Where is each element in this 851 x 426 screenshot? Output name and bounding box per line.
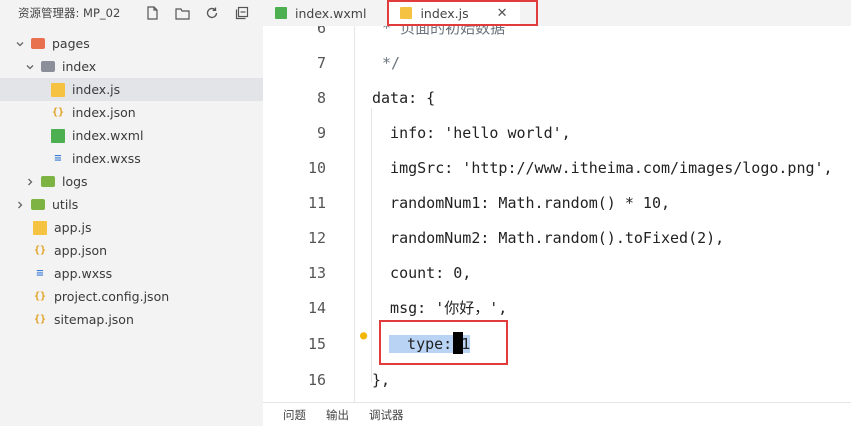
tree-item-label: index.js [72,82,121,97]
line-number: 14 [307,298,326,317]
line-text: }, [372,370,391,389]
chevron-down-icon [14,38,26,50]
editor-tabs: index.wxml index.js ✕ [263,0,851,26]
tree-item-label: index [62,59,97,74]
tree-item-project-config[interactable]: {} project.config.json [0,285,263,308]
tree-item-label: app.js [54,220,92,235]
tree-item-index-js[interactable]: index.js [0,78,263,101]
line-number: 9 [316,123,326,142]
line-number: 7 [316,53,326,72]
highlight-box-tab [387,0,538,26]
code-line: 12 randomNum2: Math.random().toFixed(2), [263,220,851,255]
tree-item-label: sitemap.json [54,312,134,327]
line-text: info: 'hello world', [372,123,571,142]
tree-item-label: index.wxss [72,151,141,166]
code-line: 13 count: 0, [263,255,851,290]
collapse-all-icon[interactable] [234,5,250,21]
line-text: data: { [372,88,436,107]
code-line: 14 msg: '你好，', [263,290,851,325]
file-tree: pages index index.js {} index.json index… [0,32,263,331]
code-line: 9 info: 'hello world', [263,115,851,150]
line-number: 16 [307,370,326,389]
line-text: * 页面的初始数据 [373,26,506,37]
tab-label: index.wxml [295,5,367,21]
chevron-down-icon [24,61,36,73]
tree-item-label: utils [52,197,79,212]
line-text: */ [373,53,401,72]
tree-item-app-js[interactable]: app.js [0,216,263,239]
wxml-file-icon [51,128,65,143]
chevron-right-icon [24,176,36,188]
tree-item-label: index.json [72,105,136,120]
bottom-panel-tabs: 问题 输出 调试器 [263,402,851,426]
line-text: count: 0, [372,263,472,282]
line-number: 8 [316,88,326,107]
code-line: 11 randomNum1: Math.random() * 10, [263,185,851,220]
tree-item-app-wxss[interactable]: ≡ app.wxss [0,262,263,285]
explorer-header: 资源管理器: MP_02 [0,0,263,26]
wxss-file-icon: ≡ [53,153,63,164]
line-number: 15 [307,334,326,353]
explorer-title: 资源管理器: MP_02 [18,6,121,20]
tree-item-sitemap[interactable]: {} sitemap.json [0,308,263,331]
tree-item-label: app.wxss [54,266,113,281]
tree-item-index-folder[interactable]: index [0,55,263,78]
tab-index-wxml[interactable]: index.wxml [263,0,378,26]
line-text: imgSrc: 'http://www.itheima.com/images/l… [372,158,833,177]
tree-item-utils[interactable]: utils [0,193,263,216]
json-file-icon: {} [33,314,47,325]
code-line: 7 */ [263,45,851,80]
tree-item-label: logs [62,174,88,189]
line-number: 6 [316,26,326,37]
json-file-icon: {} [51,107,65,118]
tree-item-label: index.wxml [72,128,144,143]
line-number: 13 [307,263,326,282]
folder-open-icon [31,37,45,51]
tree-item-pages[interactable]: pages [0,32,263,55]
code-line: 16 }, [263,362,851,397]
tree-item-logs[interactable]: logs [0,170,263,193]
line-number: 10 [307,158,326,177]
chevron-right-icon [14,199,26,211]
code-line-active: 15 ● type: 1 [263,326,851,361]
folder-icon [41,175,55,189]
folder-open-icon [41,60,55,74]
tree-item-index-wxml[interactable]: index.wxml [0,124,263,147]
code-line: 10 imgSrc: 'http://www.itheima.com/image… [263,150,851,185]
json-file-icon: {} [33,291,47,302]
new-folder-icon[interactable] [174,5,190,21]
tab-output[interactable]: 输出 [326,407,349,423]
lightbulb-icon[interactable]: ● [360,328,367,342]
line-number: 12 [307,228,326,247]
refresh-icon[interactable] [204,5,220,21]
line-text: randomNum1: Math.random() * 10, [372,193,671,212]
json-file-icon: {} [33,245,47,256]
tree-item-label: project.config.json [54,289,170,304]
line-text: msg: '你好，', [372,299,508,317]
wxss-file-icon: ≡ [35,268,45,279]
wxml-file-icon [275,7,287,19]
code-line: 8 data: { [263,80,851,115]
javascript-file-icon [51,82,65,97]
tree-item-app-json[interactable]: {} app.json [0,239,263,262]
line-number: 11 [307,193,326,212]
line-text: randomNum2: Math.random().toFixed(2), [372,228,725,247]
explorer-sidebar: 资源管理器: MP_02 pages index index.js {} ind… [0,0,263,426]
tree-item-index-wxss[interactable]: ≡ index.wxss [0,147,263,170]
highlight-box-code [379,320,508,365]
code-line: 6 * 页面的初始数据 [263,26,851,45]
javascript-file-icon [33,220,47,235]
tab-problems[interactable]: 问题 [283,407,306,423]
tab-debugger[interactable]: 调试器 [369,407,404,423]
tree-item-label: pages [52,36,90,51]
tree-item-index-json[interactable]: {} index.json [0,101,263,124]
new-file-icon[interactable] [144,5,160,21]
folder-icon [31,198,45,212]
tree-item-label: app.json [54,243,108,258]
code-editor[interactable]: 6 * 页面的初始数据 7 */ 8 data: { 9 info: 'hell… [263,26,851,402]
